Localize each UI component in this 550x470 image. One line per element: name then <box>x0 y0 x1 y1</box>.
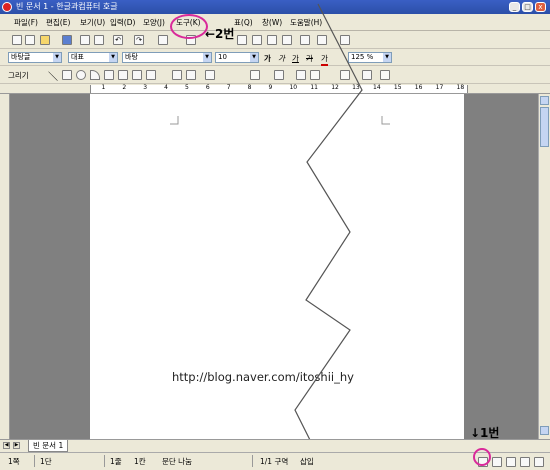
status-separator <box>104 455 105 467</box>
zoom-fit-icon[interactable] <box>520 457 530 467</box>
highlight-circle-tools-menu <box>170 14 208 39</box>
status-line: 1줄 <box>110 457 122 466</box>
status-separator <box>34 455 35 467</box>
status-section: 1단 <box>40 457 52 466</box>
settings-icon[interactable] <box>534 457 544 467</box>
status-position: 1/1 구역 <box>260 457 289 466</box>
status-break: 문단 나눔 <box>162 457 192 466</box>
status-bar: 1쪽 1단 1줄 1칸 문단 나눔 1/1 구역 삽입 <box>0 452 550 470</box>
document-tab-bar: ◀ ▶ 빈 문서 1 <box>0 439 550 452</box>
status-column: 1칸 <box>134 457 146 466</box>
annotation-label-1: ↓1번 <box>470 426 500 440</box>
tear-line <box>294 3 363 470</box>
status-page: 1쪽 <box>8 457 20 466</box>
status-mode: 삽입 <box>300 457 314 466</box>
tab-document-1[interactable]: 빈 문서 1 <box>28 440 69 452</box>
outline-mode-icon[interactable] <box>506 457 516 467</box>
hwp-window: 빈 문서 1 - 한글과컴퓨터 호글 _ □ x 파일(F) 편집(E) 보기(… <box>0 0 550 470</box>
tab-prev-icon[interactable]: ◀ <box>3 442 10 449</box>
tab-next-icon[interactable]: ▶ <box>13 442 20 449</box>
highlight-circle-status-button <box>473 448 491 466</box>
annotation-label-2: ←2번 <box>205 27 235 41</box>
edit-mode-icon[interactable] <box>492 457 502 467</box>
status-separator <box>252 455 253 467</box>
